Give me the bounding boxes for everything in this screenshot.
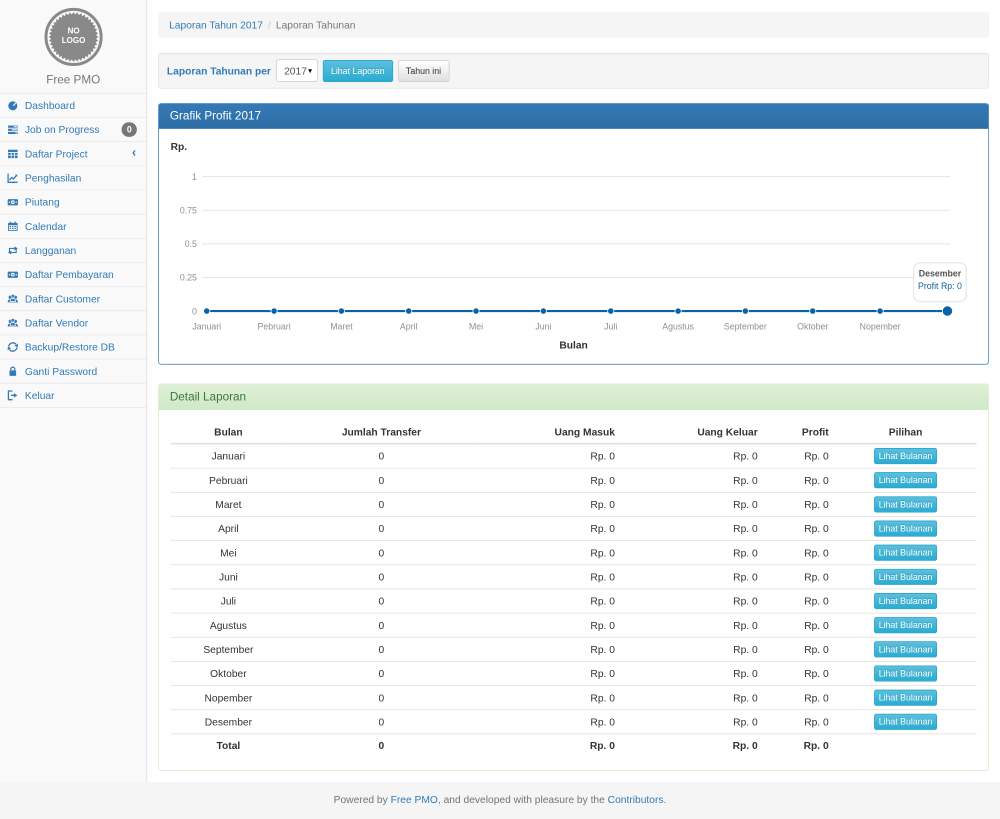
svg-text:Maret: Maret — [330, 321, 353, 331]
svg-text:1: 1 — [192, 172, 197, 182]
svg-text:September: September — [724, 321, 767, 331]
svg-text:NO: NO — [67, 27, 79, 36]
svg-text:LOGO: LOGO — [61, 36, 85, 45]
svg-text:Juni: Juni — [535, 321, 551, 331]
svg-text:Mei: Mei — [469, 321, 483, 331]
svg-text:Juli: Juli — [604, 321, 617, 331]
svg-text:0: 0 — [192, 306, 197, 316]
svg-text:Oktober: Oktober — [797, 321, 828, 331]
svg-text:Januari: Januari — [192, 321, 221, 331]
svg-text:Pebruari: Pebruari — [258, 321, 291, 331]
svg-text:0.75: 0.75 — [180, 206, 197, 216]
svg-text:0.5: 0.5 — [185, 239, 197, 249]
svg-text:Nopember: Nopember — [860, 321, 901, 331]
svg-text:April: April — [400, 321, 418, 331]
svg-text:0.25: 0.25 — [180, 273, 197, 283]
svg-text:Agustus: Agustus — [662, 321, 694, 331]
